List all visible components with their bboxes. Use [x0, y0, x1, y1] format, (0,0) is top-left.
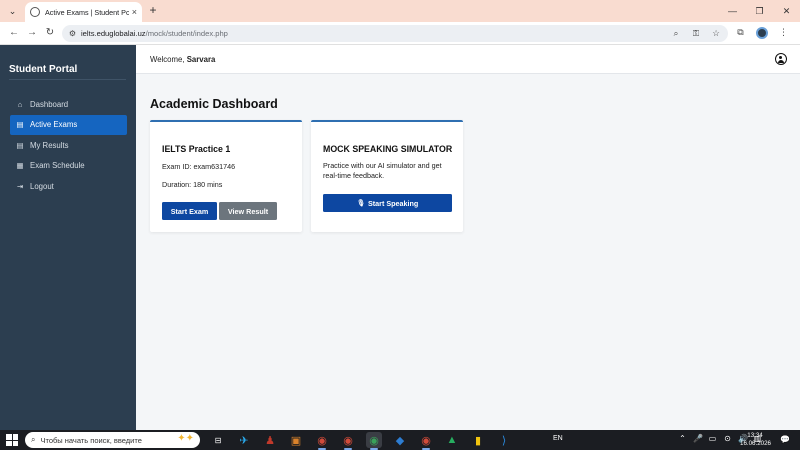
app-header: Welcome, Sarvara [136, 45, 800, 74]
welcome-prefix: Welcome, [150, 55, 185, 64]
microphone-icon: 🎙 [356, 200, 365, 207]
username: Sarvara [186, 55, 216, 64]
sidebar-item-active-exams[interactable]: ▤ Active Exams [10, 114, 127, 135]
start-speaking-label: Start Speaking [367, 198, 419, 208]
sidebar-item-logout[interactable]: ⇥ Logout [10, 176, 127, 196]
taskbar-clock[interactable]: 13:34 16.06.2026 [740, 432, 771, 448]
app-3-taskbar-icon[interactable]: ▣ [288, 432, 304, 448]
page-title: Academic Dashboard [150, 97, 278, 111]
network-icon[interactable]: ⊙ [723, 434, 732, 443]
omnibox-actions: ⌕ ⚿ ☆ [670, 27, 722, 39]
speaking-card-description: Practice with our AI simulator and get r… [323, 161, 442, 180]
exam-card-title: IELTS Practice 1 [162, 144, 231, 154]
sidebar-item-label: Exam Schedule [30, 161, 85, 170]
extensions-icon[interactable]: ⧉ [734, 26, 747, 39]
window-controls: — ❐ ✕ [719, 0, 800, 22]
globe-icon [30, 7, 40, 17]
search-highlight-icon: ✦✦ [177, 433, 194, 444]
vscode-taskbar-icon[interactable]: ⟩ [496, 432, 512, 448]
reload-button[interactable]: ↻ [43, 26, 57, 40]
input-language[interactable]: EN [553, 435, 563, 442]
taskbar-search-placeholder: Чтобы начать поиск, введите [40, 435, 142, 445]
file-explorer-taskbar-icon[interactable]: ▮ [470, 432, 486, 448]
taskbar-apps: ⊟ ✈ ♟ ▣ ◉ ◉ ◉ ◆ ◉ ▲ ▮ ⟩ [210, 432, 512, 450]
microphone-tray-icon[interactable]: 🎤 [693, 434, 703, 443]
chrome-1-taskbar-icon[interactable]: ◉ [314, 432, 330, 450]
document-icon: ▤ [16, 120, 24, 129]
windows-start-icon[interactable] [6, 434, 18, 446]
close-window-button[interactable]: ✕ [773, 0, 800, 22]
exam-card: IELTS Practice 1 Exam ID: exam631746 Dur… [150, 120, 302, 232]
browser-tab-active[interactable]: Active Exams | Student Portal × [25, 2, 142, 22]
sidebar: Student Portal ⌂ Dashboard ▤ Active Exam… [0, 45, 136, 430]
task-view-icon[interactable]: ⊟ [210, 432, 226, 448]
search-icon: ⌕ [31, 435, 36, 444]
taskbar-search-input[interactable]: ⌕ Чтобы начать поиск, введите ✦✦ [25, 432, 200, 448]
telegram-taskbar-icon[interactable]: ✈ [236, 432, 252, 448]
sidebar-nav: ⌂ Dashboard ▤ Active Exams ▤ My Results … [10, 94, 127, 197]
logout-icon: ⇥ [16, 181, 24, 191]
tab-close-icon[interactable]: × [132, 7, 137, 17]
browser-tab-strip: ⌄ Active Exams | Student Portal × + — ❐ … [0, 0, 800, 22]
restore-button[interactable]: ❐ [746, 0, 773, 22]
back-button[interactable]: ← [7, 26, 21, 40]
tab-title: Active Exams | Student Portal [45, 7, 129, 17]
zoom-icon[interactable]: ⌕ [670, 27, 682, 39]
sidebar-item-dashboard[interactable]: ⌂ Dashboard [10, 94, 127, 114]
speaking-card: MOCK SPEAKING SIMULATOR Practice with ou… [311, 120, 463, 232]
results-document-icon: ▤ [16, 140, 24, 150]
bookmark-star-icon[interactable]: ☆ [710, 27, 722, 39]
browser-menu-icon[interactable]: ⋮ [777, 26, 790, 39]
minimize-button[interactable]: — [719, 0, 746, 22]
start-speaking-button[interactable]: 🎙 Start Speaking [323, 194, 452, 212]
calendar-icon: ▦ [16, 161, 24, 170]
app-9-taskbar-icon[interactable]: ▲ [444, 432, 460, 448]
sidebar-item-label: My Results [30, 140, 69, 150]
exam-id: Exam ID: exam631746 [162, 162, 236, 171]
url-path: /mock/student/index.php [145, 29, 228, 38]
browser-toolbar: ← → ↻ ⚙ ielts.eduglobalai.uz/mock/studen… [0, 22, 800, 45]
tab-search-chevron-icon[interactable]: ⌄ [5, 4, 20, 18]
clock-time: 13:34 [747, 432, 763, 439]
url-text: ielts.eduglobalai.uz/mock/student/index.… [81, 29, 228, 38]
sidebar-item-label: Active Exams [30, 120, 78, 129]
user-profile-icon[interactable] [775, 53, 787, 65]
app-2-taskbar-icon[interactable]: ♟ [262, 432, 278, 448]
chrome-2-taskbar-icon[interactable]: ◉ [340, 432, 356, 450]
tray-chevron-icon[interactable]: ⌃ [678, 434, 687, 443]
sidebar-item-my-results[interactable]: ▤ My Results [10, 135, 127, 155]
chrome-4-taskbar-icon[interactable]: ◉ [418, 432, 434, 450]
view-result-button[interactable]: View Result [219, 202, 277, 220]
welcome-message: Welcome, Sarvara [150, 55, 215, 64]
exam-duration: Duration: 180 mins [162, 180, 223, 189]
windows-taskbar: ⌕ Чтобы начать поиск, введите ✦✦ ⊟ ✈ ♟ ▣ ◉ ◉… [0, 430, 800, 450]
notification-icon[interactable]: 💬 [780, 435, 790, 444]
dashboard-icon: ⌂ [17, 99, 23, 109]
speaking-card-title: MOCK SPEAKING SIMULATOR [323, 144, 453, 154]
sidebar-item-label: Logout [30, 181, 54, 191]
browser-right-tools: ⧉ ⋮ [734, 26, 790, 39]
url-host: ielts.eduglobalai.uz [81, 29, 146, 38]
clock-date: 16.06.2026 [740, 440, 771, 447]
battery-icon[interactable]: ▭ [708, 434, 717, 443]
start-exam-button[interactable]: Start Exam [162, 202, 217, 220]
profile-avatar-icon[interactable] [756, 26, 768, 39]
sidebar-brand: Student Portal [9, 64, 78, 75]
new-tab-button[interactable]: + [146, 3, 160, 18]
forward-button[interactable]: → [25, 26, 39, 40]
app-7-taskbar-icon[interactable]: ◆ [392, 432, 408, 448]
chrome-3-taskbar-icon[interactable]: ◉ [366, 432, 382, 450]
site-info-icon[interactable]: ⚙ [68, 29, 77, 38]
sidebar-item-label: Dashboard [30, 99, 69, 109]
address-bar[interactable]: ⚙ ielts.eduglobalai.uz/mock/student/inde… [62, 25, 728, 42]
main-content: Academic Dashboard IELTS Practice 1 Exam… [136, 74, 800, 430]
password-key-icon[interactable]: ⚿ [690, 27, 702, 39]
sidebar-item-exam-schedule[interactable]: ▦ Exam Schedule [10, 156, 127, 176]
sidebar-divider [9, 79, 126, 80]
